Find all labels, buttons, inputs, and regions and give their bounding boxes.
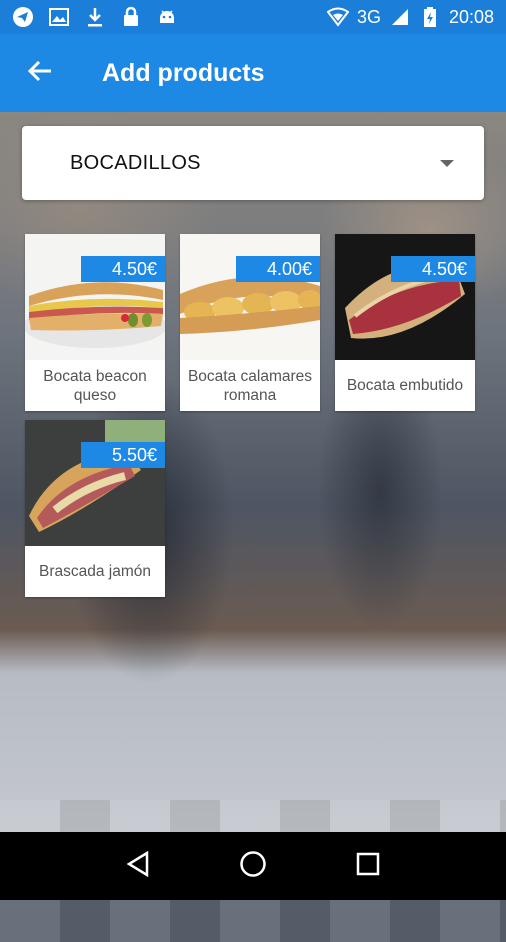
download-icon bbox=[84, 6, 106, 28]
product-name: Bocata calamares romana bbox=[187, 367, 313, 404]
product-name: Brascada jamón bbox=[38, 563, 151, 580]
product-image: 5.50€ bbox=[25, 420, 165, 546]
android-icon bbox=[156, 6, 178, 28]
product-name: Bocata beacon queso bbox=[43, 367, 147, 404]
arrow-back-icon bbox=[27, 58, 53, 89]
wifi-icon bbox=[326, 6, 349, 28]
product-image: 4.50€ bbox=[25, 234, 165, 360]
image-icon bbox=[48, 6, 70, 28]
product-image: 4.50€ bbox=[335, 234, 475, 360]
network-type: 3G bbox=[356, 6, 381, 27]
telegram-icon bbox=[12, 6, 34, 28]
clock: 20:08 bbox=[448, 6, 494, 27]
category-dropdown[interactable]: BOCADILLOS bbox=[22, 126, 484, 200]
product-card[interactable]: 5.50€ Brascada jamón bbox=[25, 420, 165, 597]
product-card[interactable]: 4.50€ Bocata embutido bbox=[335, 234, 475, 411]
recents-square-icon bbox=[356, 852, 380, 881]
nav-recents-button[interactable] bbox=[348, 846, 388, 886]
page-title: Add products bbox=[102, 58, 265, 87]
back-triangle-icon bbox=[126, 850, 150, 882]
lock-icon bbox=[120, 6, 142, 28]
price-badge: 4.00€ bbox=[236, 256, 320, 282]
navigation-bar bbox=[0, 832, 506, 900]
chevron-down-icon bbox=[440, 159, 454, 167]
nav-home-button[interactable] bbox=[233, 846, 273, 886]
product-card[interactable]: 4.00€ Bocata calamares romana bbox=[180, 234, 320, 411]
signal-icon bbox=[389, 6, 411, 28]
product-name: Bocata embutido bbox=[346, 377, 464, 394]
status-bar: 3G 20:08 bbox=[0, 0, 506, 34]
home-circle-icon bbox=[239, 850, 267, 883]
app-bar: Add products bbox=[0, 34, 506, 112]
battery-charging-icon bbox=[419, 6, 441, 28]
price-badge: 4.50€ bbox=[81, 256, 165, 282]
back-button[interactable] bbox=[20, 53, 60, 93]
product-image: 4.00€ bbox=[180, 234, 320, 360]
price-badge: 4.50€ bbox=[391, 256, 475, 282]
product-card[interactable]: 4.50€ Bocata beacon queso bbox=[25, 234, 165, 411]
category-selected-value: BOCADILLOS bbox=[70, 151, 201, 174]
nav-back-button[interactable] bbox=[118, 846, 158, 886]
price-badge: 5.50€ bbox=[81, 442, 165, 468]
